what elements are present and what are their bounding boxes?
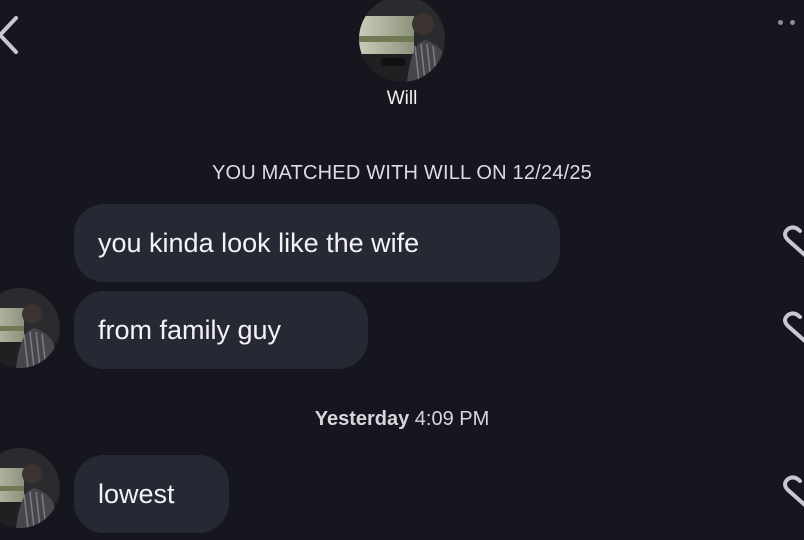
heart-outline-icon	[783, 311, 804, 343]
message-bubble[interactable]: lowest	[74, 455, 229, 533]
message-bubble[interactable]: you kinda look like the wife	[74, 204, 560, 282]
more-options-button[interactable]	[770, 12, 804, 32]
match-avatar[interactable]	[359, 0, 445, 82]
avatar-photo	[0, 448, 60, 528]
avatar-photo	[359, 0, 445, 82]
message-bubble[interactable]: from family guy	[74, 291, 368, 369]
match-name: Will	[386, 88, 418, 109]
heart-outline-icon	[783, 475, 804, 507]
like-message-button[interactable]	[778, 222, 804, 264]
like-message-button[interactable]	[778, 472, 804, 514]
timestamp-time: 4:09 PM	[414, 408, 490, 430]
like-message-button[interactable]	[778, 308, 804, 350]
message-text: you kinda look like the wife	[98, 227, 420, 258]
more-dots-icon	[778, 20, 783, 25]
timestamp-day: Yesterday	[314, 408, 410, 430]
sender-avatar[interactable]	[0, 448, 60, 528]
avatar-photo	[0, 288, 60, 368]
heart-outline-icon	[783, 225, 804, 257]
back-button[interactable]	[0, 14, 22, 56]
message-text: from family guy	[98, 314, 282, 345]
match-banner: YOU MATCHED WITH WILL ON 12/24/25	[211, 162, 592, 184]
message-text: lowest	[98, 478, 175, 509]
sender-avatar[interactable]	[0, 288, 60, 368]
chevron-left-icon	[0, 16, 18, 54]
timestamp-divider: Yesterday 4:09 PM	[0, 408, 804, 431]
